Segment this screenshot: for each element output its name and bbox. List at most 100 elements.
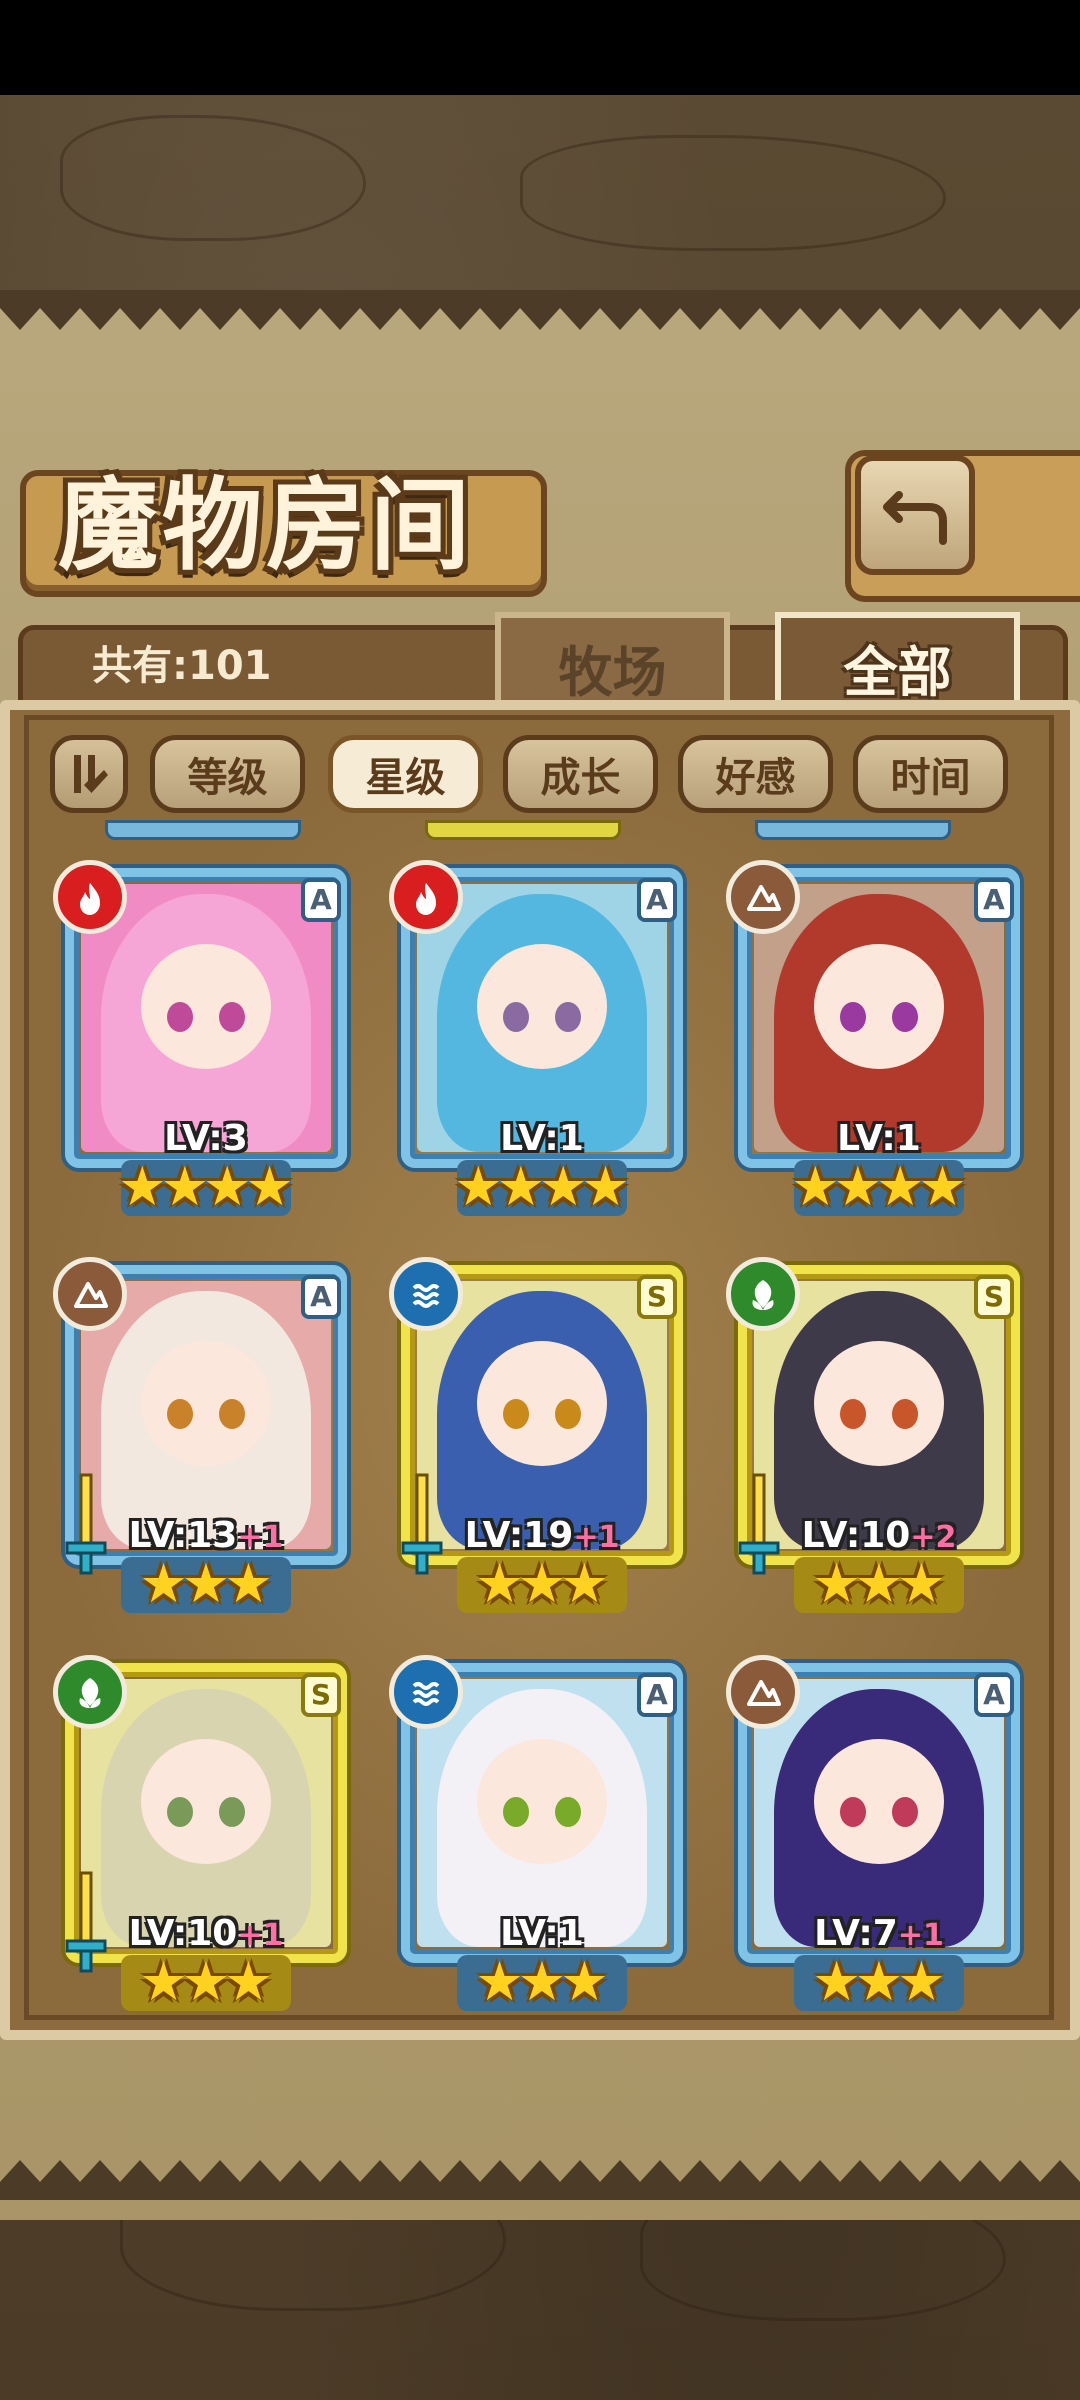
star-icon: ★	[118, 1155, 167, 1218]
star-icon: ★	[517, 1552, 567, 1615]
zigzag-top-border	[0, 290, 1080, 330]
wind-element-icon	[726, 1257, 800, 1331]
star-icon: ★	[181, 1552, 231, 1615]
sort-level-button[interactable]: 等级	[150, 735, 305, 813]
star-icon: ★	[897, 1950, 946, 2013]
monster-level: LV:7+1	[726, 1913, 1032, 1954]
star-rating: ★★★	[53, 1955, 359, 2009]
monster-level: LV:10+1	[53, 1913, 359, 1954]
star-icon: ★	[139, 1950, 188, 2013]
level-text: LV:7	[814, 1913, 898, 1954]
star-icon: ★	[854, 1552, 904, 1615]
sort-time-button[interactable]: 时间	[853, 735, 1008, 813]
star-icon: ★	[475, 1552, 524, 1615]
rank-badge: A	[974, 878, 1014, 922]
monster-card[interactable]: A LV:7+1 ★★★	[726, 1655, 1026, 2011]
star-icon: ★	[160, 1155, 209, 1218]
page-title: 魔物房间	[58, 466, 474, 584]
star-rating: ★★★	[389, 1557, 695, 1611]
star-rating: ★★★	[389, 1955, 695, 2009]
sort-order-toggle[interactable]	[50, 735, 128, 813]
monster-grid[interactable]: A LV:3 ★★★★ A LV:1 ★★★★ A LV:1 ★★★★ A LV:13+1 ★★★ S L…	[24, 715, 1054, 2020]
monster-card[interactable]: A LV:1 ★★★	[389, 1655, 689, 2011]
rank-badge: S	[974, 1275, 1014, 1319]
status-bar	[0, 0, 1080, 95]
rank-badge: A	[301, 878, 341, 922]
star-icon: ★	[496, 1155, 545, 1218]
level-bonus: +1	[237, 1520, 284, 1555]
level-text: LV:10	[801, 1515, 911, 1556]
star-rating: ★★★	[726, 1557, 1032, 1611]
star-icon: ★	[517, 1950, 567, 2013]
monster-card[interactable]: S LV:19+1 ★★★	[389, 1257, 689, 1613]
level-text: LV:1	[500, 1913, 584, 1954]
monster-card[interactable]: A LV:13+1 ★★★	[53, 1257, 353, 1613]
star-icon: ★	[560, 1950, 609, 2013]
level-text: LV:1	[500, 1118, 584, 1159]
star-rating: ★★★★	[53, 1160, 359, 1214]
monster-level: LV:19+1	[389, 1515, 695, 1556]
level-text: LV:13	[128, 1515, 238, 1556]
monster-card[interactable]: S LV:10+1 ★★★	[53, 1655, 353, 2011]
star-icon: ★	[812, 1552, 861, 1615]
monster-count: 共有:101	[92, 643, 272, 689]
star-icon: ★	[833, 1155, 882, 1218]
star-icon: ★	[812, 1950, 861, 2013]
level-bonus: +1	[237, 1918, 284, 1953]
star-rating: ★★★	[53, 1557, 359, 1611]
star-rating: ★★★★	[726, 1160, 1032, 1214]
level-text: LV:1	[837, 1118, 921, 1159]
monster-card[interactable]: A LV:1 ★★★★	[389, 860, 689, 1216]
earth-element-icon	[726, 1655, 800, 1729]
back-button[interactable]	[855, 455, 975, 575]
star-rating: ★★★★	[389, 1160, 695, 1214]
star-rating: ★★★	[726, 1955, 1032, 2009]
star-icon: ★	[876, 1155, 925, 1218]
star-icon: ★	[539, 1155, 588, 1218]
monster-level: LV:10+2	[726, 1515, 1032, 1556]
star-icon: ★	[560, 1552, 609, 1615]
monster-level: LV:3	[53, 1118, 359, 1159]
level-bonus: +1	[897, 1918, 944, 1953]
star-icon: ★	[224, 1950, 273, 2013]
sort-affection-button[interactable]: 好感	[678, 735, 833, 813]
zigzag-bottom-border	[0, 2160, 1080, 2200]
level-bonus: +2	[910, 1520, 957, 1555]
water-element-icon	[389, 1257, 463, 1331]
star-icon: ★	[854, 1950, 904, 2013]
star-icon: ★	[139, 1552, 188, 1615]
star-icon: ★	[224, 1552, 273, 1615]
star-icon: ★	[897, 1552, 946, 1615]
star-icon: ★	[791, 1155, 840, 1218]
water-element-icon	[389, 1655, 463, 1729]
star-icon: ★	[475, 1950, 524, 2013]
level-text: LV:3	[164, 1118, 248, 1159]
star-icon: ★	[181, 1950, 231, 2013]
star-icon: ★	[918, 1155, 967, 1218]
return-arrow-icon	[883, 491, 947, 545]
rank-badge: A	[637, 878, 677, 922]
fire-element-icon	[389, 860, 463, 934]
rank-badge: A	[637, 1673, 677, 1717]
sort-growth-button[interactable]: 成长	[503, 735, 658, 813]
monster-level: LV:1	[726, 1118, 1032, 1159]
monster-level: LV:1	[389, 1118, 695, 1159]
star-icon: ★	[581, 1155, 630, 1218]
monster-level: LV:1	[389, 1913, 695, 1954]
rank-badge: S	[301, 1673, 341, 1717]
monster-card[interactable]: A LV:3 ★★★★	[53, 860, 353, 1216]
rank-badge: A	[301, 1275, 341, 1319]
star-icon: ★	[245, 1155, 294, 1218]
sort-order-icon	[74, 755, 108, 793]
star-icon: ★	[454, 1155, 503, 1218]
monster-card[interactable]: A LV:1 ★★★★	[726, 860, 1026, 1216]
rank-badge: S	[637, 1275, 677, 1319]
level-bonus: +1	[573, 1520, 620, 1555]
level-text: LV:10	[128, 1913, 238, 1954]
earth-element-icon	[726, 860, 800, 934]
fire-element-icon	[53, 860, 127, 934]
sort-star-button[interactable]: 星级	[328, 735, 483, 813]
monster-level: LV:13+1	[53, 1515, 359, 1556]
earth-element-icon	[53, 1257, 127, 1331]
monster-card[interactable]: S LV:10+2 ★★★	[726, 1257, 1026, 1613]
